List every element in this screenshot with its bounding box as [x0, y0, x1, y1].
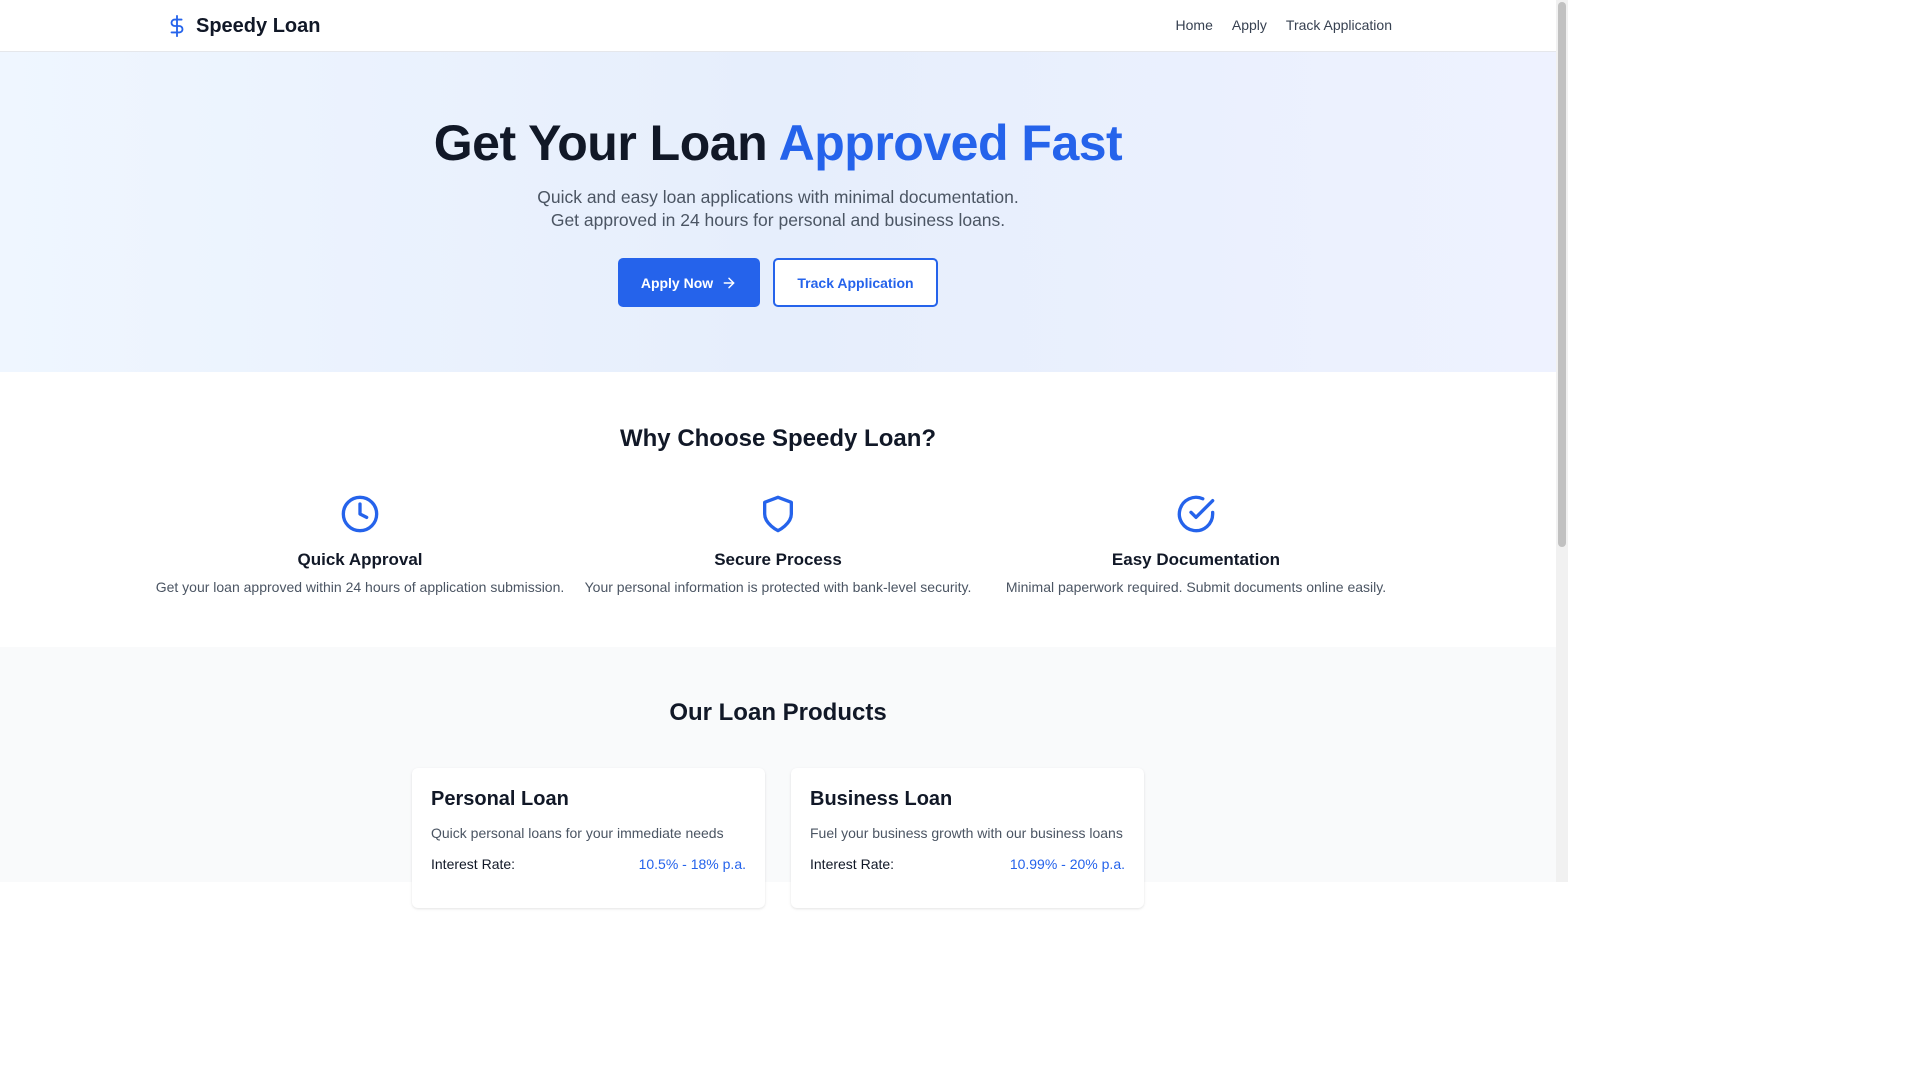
interest-rate-row: Interest Rate: 10.5% - 18% p.a.	[431, 856, 746, 872]
brand-logo[interactable]: Speedy Loan	[166, 12, 320, 40]
scrollbar-thumb[interactable]	[1558, 2, 1566, 547]
card-title: Business Loan	[810, 788, 953, 810]
feature-secure-process: Secure Process Your personal information…	[568, 494, 988, 595]
feature-title: Secure Process	[714, 550, 842, 569]
feature-title: Easy Documentation	[1111, 550, 1281, 569]
hero-subtitle: Quick and easy loan applications with mi…	[537, 187, 1019, 230]
feature-title: Quick Approval	[297, 550, 423, 569]
shield-icon	[763, 495, 793, 533]
page-scrollbar[interactable]	[1556, 0, 1568, 882]
hero-section: Get Your Loan Approved Fast Quick and ea…	[0, 52, 1556, 372]
interest-rate-label: Interest Rate:	[810, 856, 895, 872]
interest-rate-value: 10.99% - 20% p.a.	[1009, 856, 1125, 872]
feature-description: Minimal paperwork required. Submit docum…	[1005, 579, 1387, 595]
arrow-right-icon	[723, 277, 735, 288]
business-loan-card[interactable]: Business Loan Fuel your business growth …	[791, 768, 1144, 908]
feature-description: Your personal information is protected w…	[584, 579, 972, 595]
apply-now-label: Apply Now	[640, 274, 714, 291]
hero-title: Get Your Loan Approved Fast	[0, 114, 1556, 172]
interest-rate-value: 10.5% - 18% p.a.	[638, 856, 746, 872]
hero-title-accent: Approved Fast	[778, 115, 1123, 171]
card-description: Quick personal loans for your immediate …	[431, 825, 724, 841]
dollar-icon	[170, 15, 184, 37]
nav-apply-link[interactable]: Apply	[1232, 17, 1267, 33]
nav-home-link[interactable]: Home	[1176, 17, 1213, 33]
interest-rate-row: Interest Rate: 10.99% - 20% p.a.	[810, 856, 1125, 872]
check-circle-icon	[1177, 495, 1215, 533]
interest-rate-label: Interest Rate:	[431, 856, 516, 872]
personal-loan-card[interactable]: Personal Loan Quick personal loans for y…	[412, 768, 765, 908]
main-nav: Home Apply Track Application	[1176, 17, 1392, 33]
clock-icon	[341, 495, 379, 533]
features-title: Why Choose Speedy Loan?	[619, 425, 937, 452]
nav-track-application-link[interactable]: Track Application	[1286, 17, 1392, 33]
card-description: Fuel your business growth with our busin…	[810, 825, 1123, 841]
feature-easy-documentation: Easy Documentation Minimal paperwork req…	[986, 494, 1406, 595]
card-title: Personal Loan	[431, 788, 569, 810]
feature-quick-approval: Quick Approval Get your loan approved wi…	[150, 494, 570, 595]
hero-title-main: Get Your Loan	[433, 115, 779, 171]
brand-name: Speedy Loan	[196, 14, 321, 37]
features-section: Why Choose Speedy Loan? Quick Approval G…	[0, 372, 1556, 647]
products-title: Our Loan Products	[669, 699, 887, 726]
apply-now-button[interactable]: Apply Now	[618, 258, 760, 307]
feature-description: Get your loan approved within 24 hours o…	[155, 579, 565, 595]
track-application-button[interactable]: Track Application	[773, 258, 938, 307]
loan-products-section: Our Loan Products Personal Loan Quick pe…	[0, 647, 1556, 908]
site-header: Speedy Loan Home Apply Track Application	[0, 0, 1556, 52]
